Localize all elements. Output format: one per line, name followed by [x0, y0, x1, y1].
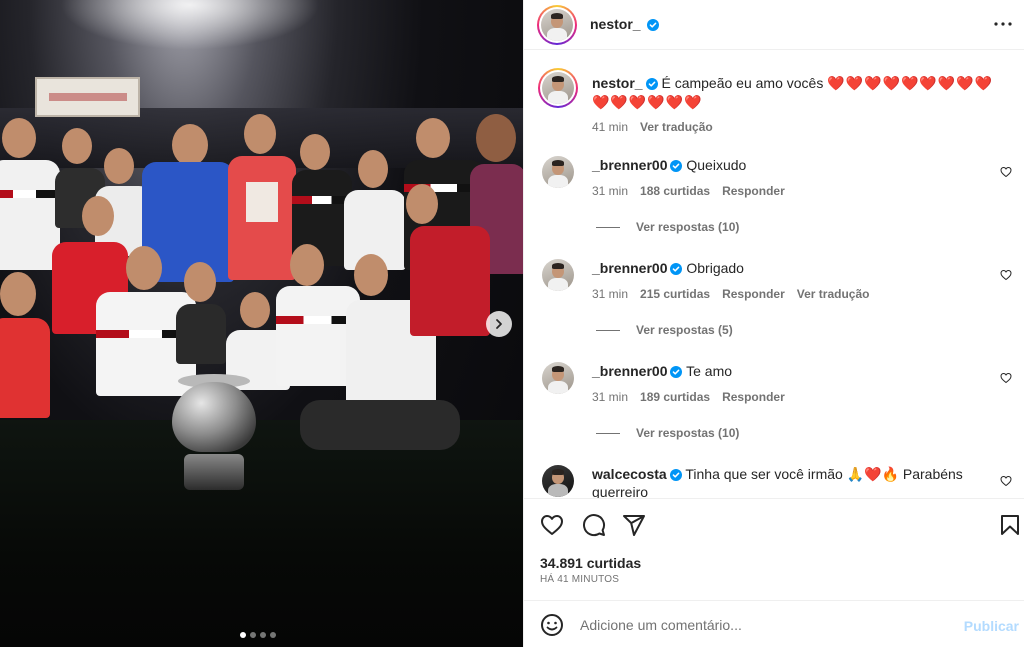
- comments-list[interactable]: nestor_ É campeão eu amo vocês ❤️❤️❤️❤️❤…: [524, 50, 1024, 498]
- heart-icon[interactable]: [1000, 475, 1012, 487]
- comment-text: Te amo: [686, 363, 733, 379]
- comment-likes[interactable]: 188 curtidas: [640, 184, 710, 198]
- share-icon[interactable]: [622, 513, 646, 537]
- author-avatar[interactable]: [537, 5, 577, 45]
- stadium-scoreboard: [35, 77, 140, 117]
- next-photo-button[interactable]: [486, 311, 512, 337]
- view-replies-button[interactable]: Ver respostas (10): [596, 220, 739, 234]
- carousel-dot: [240, 632, 246, 638]
- comment-reply-button[interactable]: Responder: [722, 287, 785, 301]
- replies-divider: [596, 432, 620, 434]
- author-username[interactable]: nestor_: [590, 16, 660, 32]
- post-header: nestor_: [524, 0, 1024, 50]
- verified-badge-icon: [645, 78, 658, 90]
- caption-hearts-line2: ❤️❤️❤️❤️❤️❤️: [592, 94, 703, 110]
- pitch-grass: [0, 420, 523, 647]
- chevron-right-icon: [496, 319, 502, 329]
- post-photo[interactable]: [0, 0, 523, 647]
- heart-icon[interactable]: [540, 513, 564, 537]
- heart-icon[interactable]: [1000, 372, 1012, 384]
- more-options-button[interactable]: [991, 12, 1015, 36]
- commenter-avatar[interactable]: [542, 156, 574, 188]
- verified-badge-icon: [670, 263, 683, 275]
- carousel-dot: [260, 632, 266, 638]
- post-like-count[interactable]: 34.891 curtidas: [540, 555, 641, 571]
- commenter-avatar[interactable]: [542, 362, 574, 394]
- verified-badge-icon: [670, 366, 683, 378]
- caption-translate-link[interactable]: Ver tradução: [640, 118, 713, 137]
- replies-divider: [596, 329, 620, 331]
- carousel-dot: [250, 632, 256, 638]
- comment-likes[interactable]: 189 curtidas: [640, 390, 710, 404]
- replies-divider: [596, 226, 620, 228]
- comment-text: Obrigado: [686, 260, 744, 276]
- comment-composer: Publicar: [524, 600, 1024, 647]
- bookmark-icon[interactable]: [998, 513, 1022, 537]
- trophy: [168, 368, 260, 498]
- comment-input[interactable]: [580, 613, 950, 637]
- verified-badge-icon: [647, 19, 660, 31]
- view-replies-button[interactable]: Ver respostas (10): [596, 426, 739, 440]
- comment-username[interactable]: _brenner00: [592, 363, 667, 379]
- post-timestamp[interactable]: HÁ 41 MINUTOS: [540, 574, 619, 585]
- comment-translate-link[interactable]: Ver tradução: [797, 287, 870, 301]
- verified-badge-icon: [669, 469, 682, 481]
- comment-icon[interactable]: [582, 513, 606, 537]
- commenter-avatar[interactable]: [542, 259, 574, 291]
- view-replies-button[interactable]: Ver respostas (5): [596, 323, 733, 337]
- comment-reply-button[interactable]: Responder: [722, 184, 785, 198]
- view-replies-label[interactable]: Ver respostas (10): [636, 220, 739, 234]
- carousel-dot: [270, 632, 276, 638]
- comment-likes[interactable]: 215 curtidas: [640, 287, 710, 301]
- commenter-avatar[interactable]: [542, 465, 574, 497]
- comment-username[interactable]: walcecosta: [592, 466, 667, 482]
- comment-time[interactable]: 31 min: [592, 184, 628, 198]
- post-actions: [524, 498, 1024, 550]
- heart-icon[interactable]: [1000, 166, 1012, 178]
- more-options-icon: [994, 22, 1012, 26]
- comment-reply-button[interactable]: Responder: [722, 390, 785, 404]
- caption-author-avatar[interactable]: [538, 68, 578, 108]
- author-username-text[interactable]: nestor_: [590, 16, 641, 32]
- caption-hearts: ❤️❤️❤️❤️❤️❤️❤️❤️❤️: [827, 75, 994, 91]
- comment-username[interactable]: _brenner00: [592, 260, 667, 276]
- comment-username[interactable]: _brenner00: [592, 157, 667, 173]
- carousel-indicator: [240, 632, 276, 638]
- caption-time[interactable]: 41 min: [592, 118, 628, 137]
- view-replies-label[interactable]: Ver respostas (5): [636, 323, 733, 337]
- comment-time[interactable]: 31 min: [592, 287, 628, 301]
- comment-text: Queixudo: [686, 157, 747, 173]
- stadium-lights: [60, 0, 320, 50]
- post-details-panel: nestor_ nestor_ É campeão eu amo vocês ❤…: [523, 0, 1024, 647]
- publish-button[interactable]: Publicar: [964, 618, 1019, 634]
- view-replies-label[interactable]: Ver respostas (10): [636, 426, 739, 440]
- verified-badge-icon: [670, 160, 683, 172]
- emoji-icon[interactable]: [540, 613, 564, 637]
- heart-icon[interactable]: [1000, 269, 1012, 281]
- caption-text: É campeão eu amo vocês: [661, 75, 824, 91]
- comment-time[interactable]: 31 min: [592, 390, 628, 404]
- caption-username[interactable]: nestor_: [592, 75, 643, 91]
